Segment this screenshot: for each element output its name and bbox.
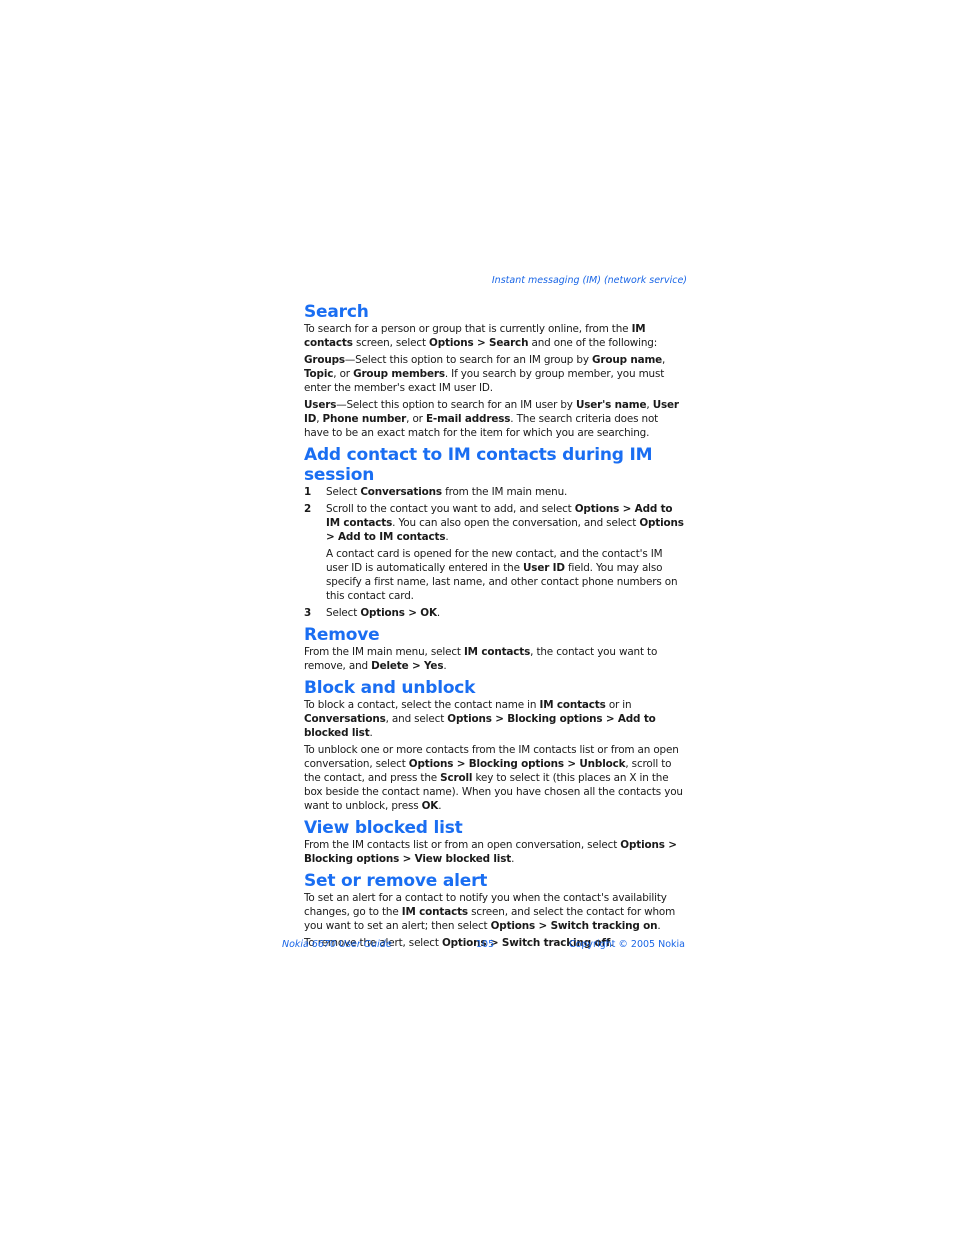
footer-copyright: Copyright © 2005 Nokia (568, 939, 685, 950)
ui-term: Conversations (304, 713, 386, 725)
document-page: Instant messaging (IM) (network service)… (0, 0, 954, 1235)
paragraph: From the IM contacts list or from an ope… (304, 839, 677, 865)
step-number: 1 (304, 486, 312, 498)
step-item: 2 Scroll to the contact you want to add,… (304, 502, 685, 544)
section-heading: Block and unblock (304, 678, 476, 698)
ui-term: Options > Blocking options > Unblock (408, 758, 626, 770)
ui-term: Group members (353, 368, 445, 380)
ui-term: Delete > Yes (371, 660, 444, 672)
paragraph: To set an alert for a contact to notify … (304, 892, 676, 932)
ui-term: OK (421, 800, 439, 812)
step-number: 3 (304, 607, 312, 619)
steps-list: 1 Select Conversations from the IM main … (304, 485, 685, 620)
section-heading: Search (304, 302, 369, 322)
ui-term: Options > Search (429, 337, 529, 349)
paragraph: To unblock one or more contacts from the… (304, 744, 683, 812)
section-heading: Set or remove alert (304, 871, 488, 891)
step-item: 3 Select Options > OK. (304, 606, 685, 620)
running-head: Instant messaging (IM) (network service) (491, 275, 687, 286)
section-remove: Remove From the IM main menu, select IM … (304, 625, 685, 673)
step-note: A contact card is opened for the new con… (304, 547, 685, 603)
footer-guide-title: Nokia 6670 User Guide (282, 939, 392, 950)
section-add-contact: Add contact to IM contacts during IM ses… (304, 445, 685, 620)
paragraph: From the IM main menu, select IM contact… (304, 646, 658, 672)
paragraph: To search for a person or group that is … (304, 323, 658, 349)
section-view-blocked: View blocked list From the IM contacts l… (304, 818, 685, 866)
paragraph: Users—Select this option to search for a… (304, 399, 679, 439)
step-text: Scroll to the contact you want to add, a… (326, 503, 684, 543)
ui-term: IM contacts (463, 646, 531, 658)
section-block-unblock: Block and unblock To block a contact, se… (304, 678, 685, 813)
ui-term: IM contacts (539, 699, 606, 711)
ui-term: Options > Switch tracking on (490, 920, 658, 932)
ui-term: Topic (304, 368, 334, 380)
ui-term: Options > OK (360, 607, 437, 619)
ui-term: Options > Blocking options > View blocke… (304, 839, 677, 865)
paragraph: To block a contact, select the contact n… (304, 699, 656, 739)
ui-term: Options > Add to IM contacts (326, 503, 673, 529)
page-number: 105 (476, 939, 495, 950)
ui-term: IM contacts (401, 906, 468, 918)
note-text: A contact card is opened for the new con… (326, 548, 678, 602)
ui-term: User ID (523, 562, 565, 574)
step-text: Select Conversations from the IM main me… (326, 486, 568, 498)
ui-term: Phone number (322, 413, 407, 425)
section-search: Search To search for a person or group t… (304, 302, 685, 440)
section-heading: Add contact to IM contacts during IM ses… (304, 445, 653, 485)
section-heading: Remove (304, 625, 380, 645)
ui-term: User's name (575, 399, 647, 411)
section-heading: View blocked list (304, 818, 463, 838)
step-text: Select Options > OK. (326, 607, 441, 619)
ui-term: Conversations (360, 486, 442, 498)
ui-term: Group name (592, 354, 663, 366)
paragraph: Groups—Select this option to search for … (304, 354, 666, 394)
step-item: 1 Select Conversations from the IM main … (304, 485, 685, 499)
page-content: Search To search for a person or group t… (304, 302, 685, 955)
ui-term: Scroll (440, 772, 473, 784)
ui-term: Users (304, 399, 337, 411)
ui-term: Groups (304, 354, 345, 366)
ui-term: E-mail address (425, 413, 511, 425)
step-number: 2 (304, 503, 312, 515)
